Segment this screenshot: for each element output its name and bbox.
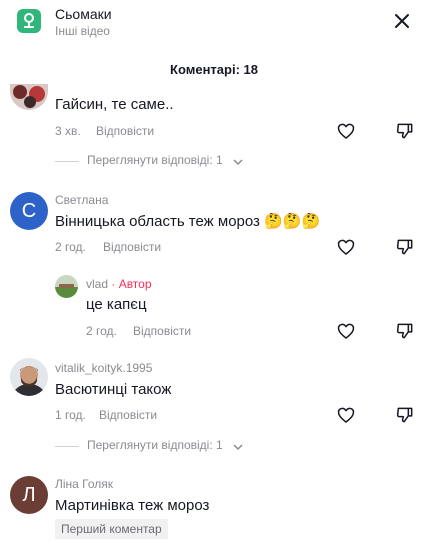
reply-button[interactable]: Відповісти xyxy=(96,124,154,138)
view-replies-label: Переглянути відповіді: 1 xyxy=(87,153,223,167)
view-replies-button[interactable]: Переглянути відповіді: 1 xyxy=(55,438,255,454)
comment-text: Мартинівка теж мороз xyxy=(55,497,210,514)
like-icon[interactable] xyxy=(336,237,356,257)
dislike-icon[interactable] xyxy=(395,121,415,141)
author-separator: · xyxy=(108,277,119,291)
app-name[interactable]: Сьомаки xyxy=(55,6,112,22)
like-icon[interactable] xyxy=(336,405,356,425)
avatar[interactable]: С xyxy=(10,192,48,230)
comment-username[interactable]: vitalik_koityk.1995 xyxy=(55,361,152,375)
view-replies-button[interactable]: Переглянути відповіді: 1 xyxy=(55,153,255,169)
reply-time: 2 год. xyxy=(86,324,117,338)
sheet-header: Сьомаки Інші відео xyxy=(0,0,428,48)
avatar[interactable] xyxy=(10,84,48,110)
like-icon[interactable] xyxy=(336,121,356,141)
view-replies-label: Переглянути відповіді: 1 xyxy=(87,438,223,452)
comment-time: 3 хв. xyxy=(55,124,81,138)
dislike-icon[interactable] xyxy=(395,237,415,257)
chevron-down-icon xyxy=(232,440,244,452)
comment-text: Гайсин, те саме.. xyxy=(55,96,174,113)
comment-time: 2 год. xyxy=(55,240,86,254)
divider-line xyxy=(55,161,79,162)
close-icon[interactable] xyxy=(393,12,411,30)
author-tag: Автор xyxy=(118,277,152,291)
comment-text: Васютинці також xyxy=(55,381,172,398)
app-subtitle[interactable]: Інші відео xyxy=(55,24,110,38)
avatar-letter: Л xyxy=(22,484,36,506)
comment-username[interactable]: Ліна Голяк xyxy=(55,477,113,491)
comment-time: 1 год. xyxy=(55,408,86,422)
reply-username[interactable]: vlad · Автор xyxy=(86,277,152,291)
comment-text: Вінницька область теж мороз 🤔🤔🤔 xyxy=(55,213,321,230)
reply-text: це капєц xyxy=(86,296,147,313)
avatar[interactable] xyxy=(10,358,48,396)
avatar-letter: С xyxy=(21,200,37,222)
comment-username[interactable]: Светлана xyxy=(55,193,108,207)
like-icon[interactable] xyxy=(336,321,356,341)
avatar[interactable] xyxy=(55,275,78,298)
dislike-icon[interactable] xyxy=(395,405,415,425)
avatar[interactable]: Л xyxy=(10,476,48,514)
comments-count-title: Коментарі: 18 xyxy=(170,62,258,77)
reply-button[interactable]: Відповісти xyxy=(99,408,157,422)
divider-line xyxy=(55,446,79,447)
app-icon[interactable] xyxy=(17,9,41,33)
reply-button[interactable]: Відповісти xyxy=(133,324,191,338)
first-comment-badge: Перший коментар xyxy=(55,519,168,539)
dislike-icon[interactable] xyxy=(395,321,415,341)
reply-username-text: vlad xyxy=(86,277,109,291)
chevron-down-icon xyxy=(232,155,244,167)
reply-button[interactable]: Відповісти xyxy=(103,240,161,254)
